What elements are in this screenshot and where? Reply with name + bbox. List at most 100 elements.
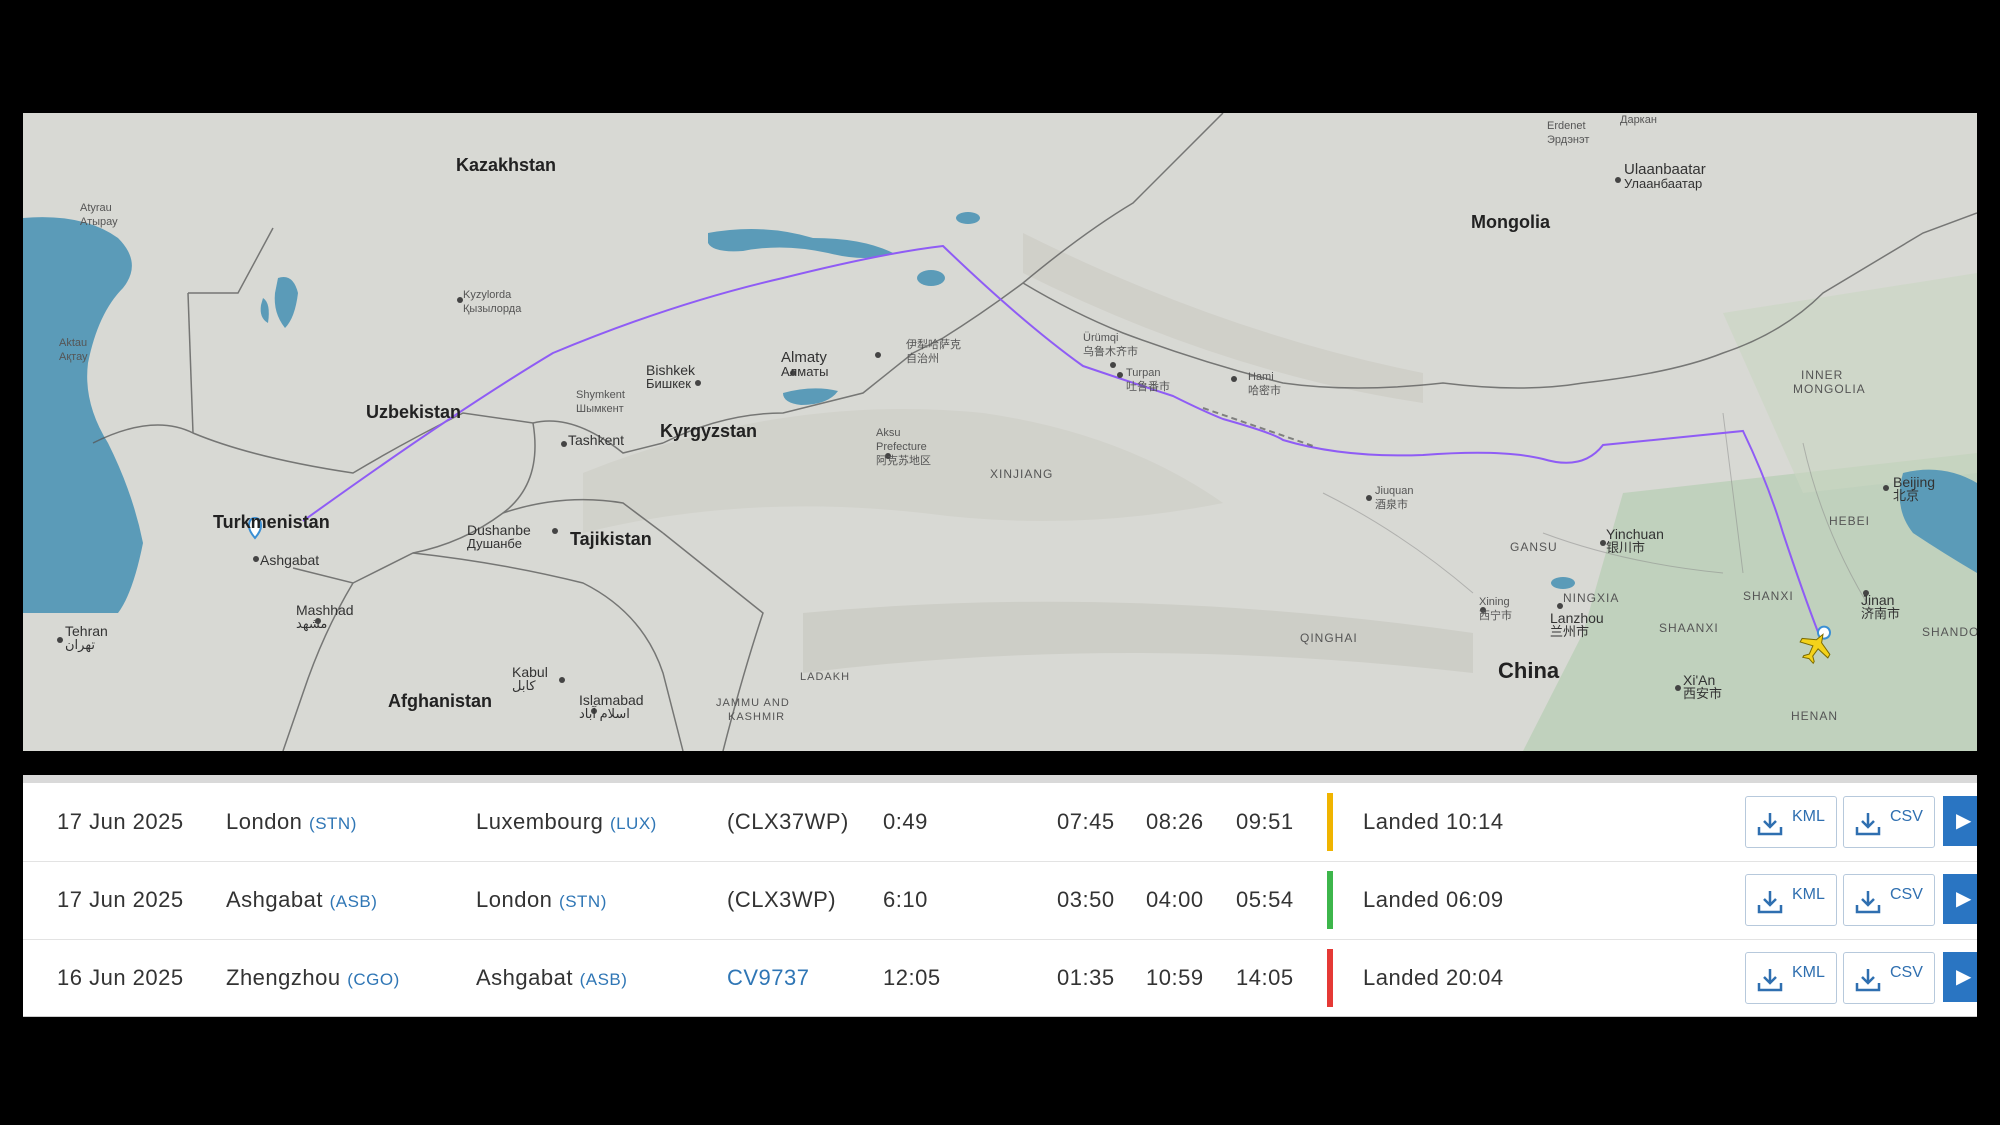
to-airport-code[interactable]: (LUX) (610, 814, 657, 833)
download-icon (1757, 891, 1783, 914)
flight-date: 17 Jun 2025 (57, 809, 184, 834)
flight-date: 16 Jun 2025 (57, 965, 184, 990)
flight-from: Ashgabat (ASB) (226, 861, 377, 939)
flight-to: Luxembourg (LUX) (476, 783, 657, 861)
label-shaanxi: SHAANXI (1659, 621, 1719, 635)
kml-label: KML (1792, 886, 1825, 903)
label-almaty: Almaty Алматы (781, 349, 829, 379)
label-xinjiang: XINJIANG (990, 467, 1054, 481)
flight-number: (CLX37WP) (727, 809, 849, 834)
to-airport-code[interactable]: (ASB) (580, 970, 628, 989)
kml-label: KML (1792, 964, 1825, 981)
flight-history-table: 17 Jun 2025 London (STN) Luxembourg (LUX… (23, 783, 1977, 1017)
label-atyrau: Atyrau Атырау (80, 202, 118, 228)
flight-date: 17 Jun 2025 (57, 887, 184, 912)
play-button[interactable]: ▶ (1943, 952, 1977, 1002)
download-kml-button[interactable]: KML (1745, 874, 1837, 926)
label-jammu-2: KASHMIR (728, 711, 786, 723)
from-airport-code[interactable]: (STN) (309, 814, 357, 833)
from-city: London (226, 809, 303, 834)
map-divider (23, 775, 1977, 783)
label-shymkent: Shymkent Шымкент (576, 389, 625, 415)
label-ili: 伊犁哈萨克 自治州 (906, 339, 961, 365)
play-icon: ▶ (1956, 888, 1972, 910)
label-kyzylorda: Kyzylorda Қызылорда (463, 289, 522, 315)
label-erdenet: Erdenet Эрдэнэт (1547, 120, 1590, 146)
flight-std: 03:50 (1057, 887, 1115, 912)
flight-row[interactable]: 17 Jun 2025 Ashgabat (ASB) London (STN) … (23, 861, 1977, 940)
flight-std: 01:35 (1057, 965, 1115, 990)
flight-duration: 0:49 (883, 809, 928, 834)
from-airport-code[interactable]: (ASB) (330, 892, 378, 911)
flight-map[interactable]: Kazakhstan Mongolia Uzbekistan Kyrgyzsta… (23, 113, 1977, 751)
download-kml-button[interactable]: KML (1745, 796, 1837, 848)
flight-status: Landed 20:04 (1363, 965, 1504, 990)
label-xining: Xining 西宁市 (1479, 596, 1512, 622)
csv-label: CSV (1890, 964, 1923, 981)
label-china: China (1498, 658, 1560, 683)
to-city: London (476, 887, 553, 912)
label-ningxia: NINGXIA (1563, 591, 1620, 605)
csv-label: CSV (1890, 808, 1923, 825)
flight-row[interactable]: 16 Jun 2025 Zhengzhou (CGO) Ashgabat (AS… (23, 939, 1977, 1016)
label-jinan: Jinan 济南市 (1861, 592, 1901, 621)
label-ulaanbaatar: Ulaanbaatar Улаанбаатар (1624, 161, 1706, 191)
flight-number[interactable]: CV9737 (727, 939, 810, 1016)
download-csv-button[interactable]: CSV (1843, 796, 1935, 848)
label-beijing: Beijing 北京 (1893, 474, 1936, 503)
play-icon: ▶ (1956, 966, 1972, 988)
label-mongolia: Mongolia (1471, 212, 1550, 232)
label-hami: Hami 哈密市 (1248, 371, 1281, 397)
flight-sta: 09:51 (1236, 809, 1294, 834)
download-icon (1855, 969, 1881, 992)
label-henan: HENAN (1791, 709, 1839, 723)
label-inner-mongolia-2: MONGOLIA (1793, 382, 1866, 396)
map-canvas (23, 113, 1977, 751)
label-darkhan: Даркан (1620, 114, 1657, 126)
status-color-bar (1327, 793, 1333, 851)
flight-to: London (STN) (476, 861, 607, 939)
label-tashkent: Tashkent (568, 432, 625, 448)
label-shandong: SHANDO (1922, 625, 1977, 639)
kml-label: KML (1792, 808, 1825, 825)
download-icon (1757, 969, 1783, 992)
label-yinchuan: Yinchuan 银川市 (1606, 526, 1664, 555)
label-dushanbe: Dushanbe Душанбе (467, 522, 531, 551)
to-airport-code[interactable]: (STN) (559, 892, 607, 911)
flight-sta: 14:05 (1236, 965, 1294, 990)
from-city: Ashgabat (226, 887, 323, 912)
label-islamabad: Islamabad اسلام آباد (579, 692, 644, 721)
flight-from: London (STN) (226, 783, 357, 861)
flight-row[interactable]: 17 Jun 2025 London (STN) Luxembourg (LUX… (23, 783, 1977, 862)
label-turpan: Turpan 吐鲁番市 (1126, 367, 1170, 393)
download-icon (1855, 813, 1881, 836)
label-tajikistan: Tajikistan (570, 529, 652, 549)
flight-to: Ashgabat (ASB) (476, 939, 628, 1016)
label-jiuquan: Jiuquan 酒泉市 (1375, 485, 1414, 511)
label-kabul: Kabul کابل (512, 664, 548, 693)
flight-atd: 08:26 (1146, 809, 1204, 834)
csv-label: CSV (1890, 886, 1923, 903)
flight-std: 07:45 (1057, 809, 1115, 834)
label-qinghai: QINGHAI (1300, 631, 1358, 645)
from-airport-code[interactable]: (CGO) (347, 970, 400, 989)
download-kml-button[interactable]: KML (1745, 952, 1837, 1004)
label-xian: Xi'An 西安市 (1683, 672, 1723, 701)
to-city: Ashgabat (476, 965, 573, 990)
label-lanzhou: Lanzhou 兰州市 (1550, 610, 1604, 639)
status-color-bar (1327, 949, 1333, 1007)
label-bishkek: Bishkek Бишкек (646, 362, 696, 391)
flight-duration: 6:10 (883, 887, 928, 912)
download-csv-button[interactable]: CSV (1843, 952, 1935, 1004)
play-button[interactable]: ▶ (1943, 874, 1977, 924)
from-city: Zhengzhou (226, 965, 341, 990)
label-ashgabat: Ashgabat (260, 552, 320, 568)
play-button[interactable]: ▶ (1943, 796, 1977, 846)
flight-from: Zhengzhou (CGO) (226, 939, 400, 1016)
label-kyrgyzstan: Kyrgyzstan (660, 421, 758, 441)
download-icon (1757, 813, 1783, 836)
download-csv-button[interactable]: CSV (1843, 874, 1935, 926)
to-city: Luxembourg (476, 809, 604, 834)
flight-sta: 05:54 (1236, 887, 1294, 912)
label-gansu: GANSU (1510, 540, 1558, 554)
